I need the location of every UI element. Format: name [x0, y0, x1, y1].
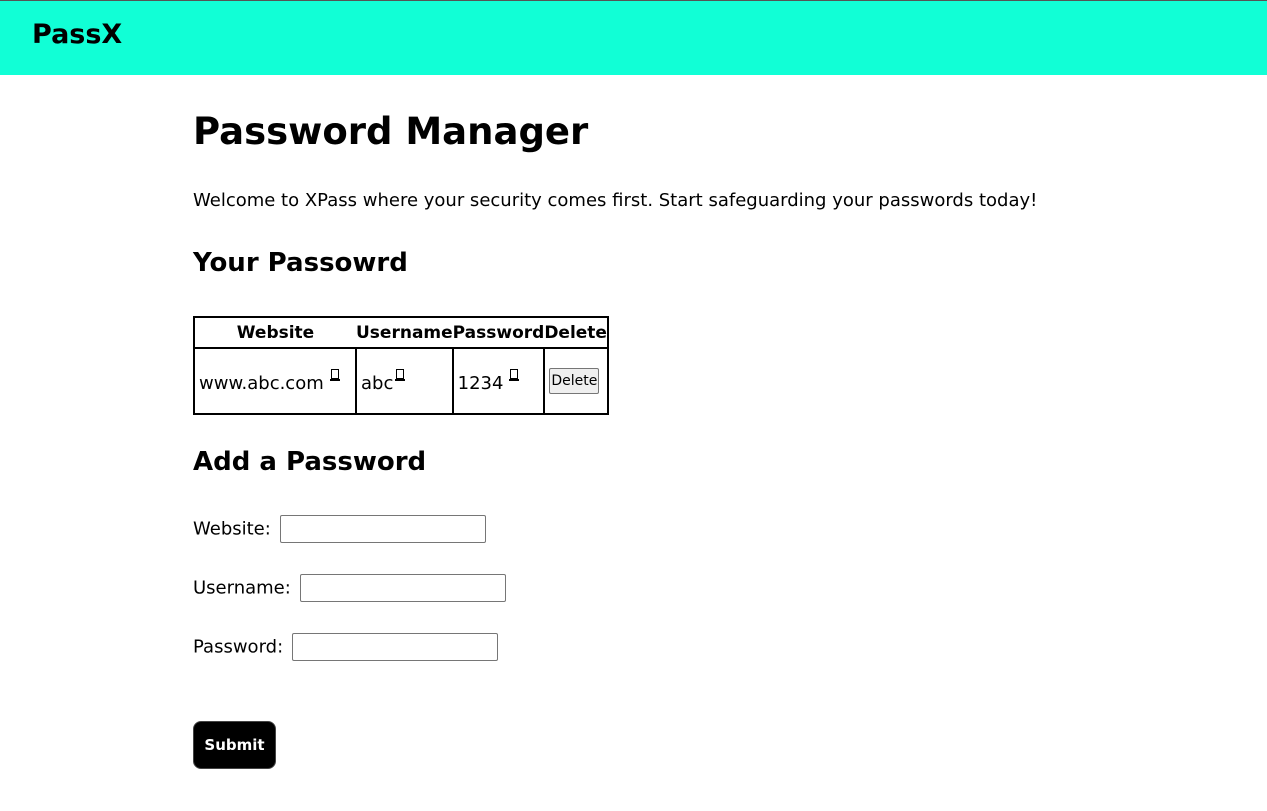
- passwords-table: Website Username Password Delete www.abc…: [193, 316, 609, 415]
- column-header-website: Website: [194, 317, 356, 349]
- cell-username: abc: [356, 348, 454, 414]
- copy-icon[interactable]: [329, 368, 340, 381]
- submit-button[interactable]: Submit: [193, 721, 276, 769]
- navbar: PassX: [0, 0, 1267, 75]
- password-label: Password:: [193, 636, 284, 658]
- passwords-heading: Your Passowrd: [193, 248, 408, 278]
- column-header-delete: Delete: [544, 317, 608, 349]
- website-value: www.abc.com: [199, 372, 324, 394]
- main-container: Password Manager Welcome to XPass where …: [193, 108, 1193, 769]
- password-value: 1234: [457, 372, 504, 394]
- website-input[interactable]: [279, 515, 486, 543]
- username-label: Username:: [193, 577, 291, 599]
- column-header-username: Username: [356, 317, 453, 349]
- website-form-row: Website:: [193, 515, 486, 543]
- username-value: abc: [361, 372, 394, 394]
- password-form-row: Password:: [193, 633, 498, 661]
- copy-icon[interactable]: [395, 368, 406, 381]
- delete-button[interactable]: Delete: [549, 368, 600, 394]
- brand-logo[interactable]: PassX: [32, 19, 122, 50]
- table-row: www.abc.com abc 1234 Delete: [194, 348, 608, 414]
- intro-text: Welcome to XPass where your security com…: [193, 190, 1038, 211]
- column-header-password: Password: [452, 317, 545, 349]
- copy-icon[interactable]: [509, 368, 520, 381]
- table-header-row: Website Username Password Delete: [194, 317, 608, 349]
- password-input[interactable]: [291, 633, 498, 661]
- add-password-heading: Add a Password: [193, 447, 427, 477]
- cell-password: 1234: [452, 348, 546, 414]
- website-label: Website:: [193, 518, 271, 540]
- cell-delete: Delete: [544, 348, 608, 414]
- username-input[interactable]: [299, 574, 506, 602]
- cell-website: www.abc.com: [194, 348, 357, 414]
- username-form-row: Username:: [193, 574, 506, 602]
- page-title: Password Manager: [193, 110, 589, 153]
